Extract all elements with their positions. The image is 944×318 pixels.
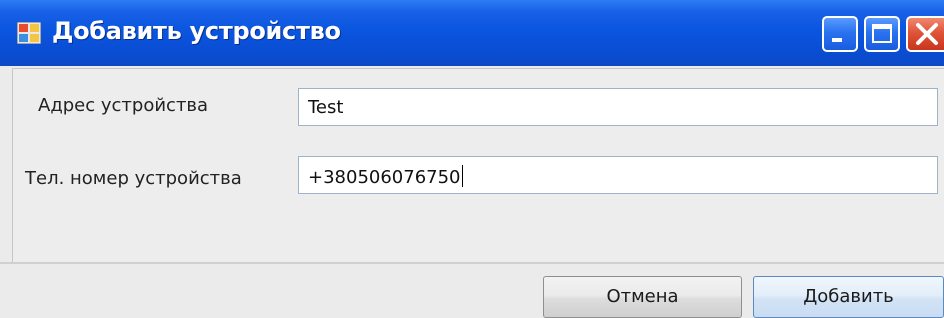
title-bar[interactable]: Добавить устройство (0, 0, 944, 66)
close-icon (916, 23, 938, 45)
app-form-icon (16, 21, 42, 45)
text-caret (461, 165, 463, 187)
add-button[interactable]: Добавить (753, 276, 944, 318)
maximize-icon (872, 24, 892, 43)
device-phone-value: +380506076750 (308, 167, 461, 188)
add-device-dialog: Добавить устройство Адрес устройства Tes… (0, 0, 944, 318)
device-address-value: Test (308, 97, 344, 118)
minimize-button[interactable] (822, 16, 858, 52)
minimize-icon (832, 38, 842, 42)
device-address-input[interactable]: Test (298, 88, 938, 126)
close-button[interactable] (906, 16, 944, 52)
device-phone-label: Тел. номер устройства (25, 168, 242, 189)
window-title: Добавить устройство (52, 17, 341, 45)
button-bar-separator (0, 262, 944, 264)
device-address-label: Адрес устройства (38, 95, 209, 116)
cancel-button[interactable]: Отмена (543, 276, 742, 318)
maximize-button[interactable] (864, 16, 900, 52)
device-phone-input[interactable]: +380506076750 (298, 156, 938, 194)
